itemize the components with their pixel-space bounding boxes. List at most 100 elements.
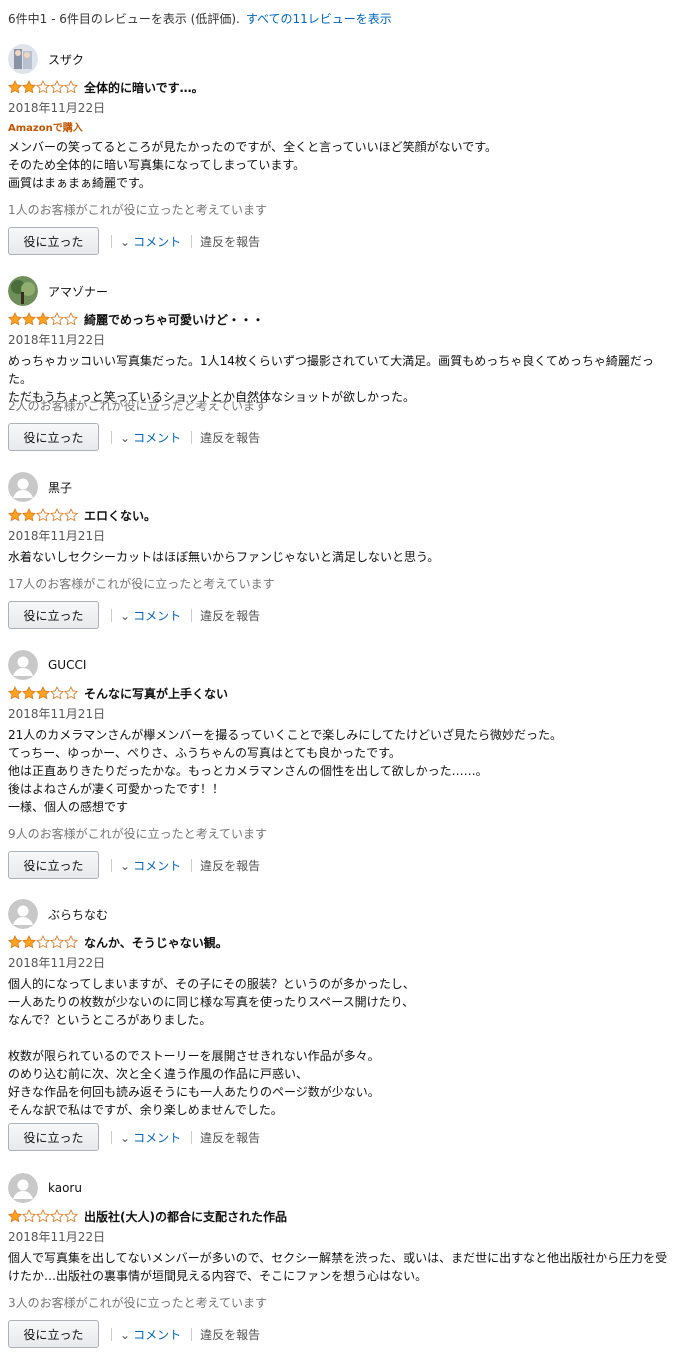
star-filled-icon [36,686,50,700]
report-abuse-link[interactable]: 違反を報告 [200,233,260,250]
review-item: 黒子 エロくない。 2018年11月21日 水着ないしセクシーカットはほぼ無いからファ… [8,472,676,629]
star-rating [8,935,78,949]
review-item: スザク 全体的に暗いです…。 2018年11月22日 Amazonで購入 メンバーの笑っ… [8,44,676,255]
reviewer-profile[interactable]: スザク [8,44,84,74]
helpful-button[interactable]: 役に立った [8,1320,99,1348]
review-item: GUCCI そんなに写真が上手くない 2018年11月21日 21人のカメラマンさんが… [8,650,676,879]
reviewer-profile[interactable]: 黒子 [8,472,72,502]
review-title[interactable]: エロくない。 [84,507,156,524]
star-filled-icon [22,80,36,94]
reviewer-name[interactable]: 黒子 [48,479,72,496]
star-empty-icon [50,1209,64,1223]
report-abuse-link[interactable]: 違反を報告 [200,429,260,446]
helpful-button[interactable]: 役に立った [8,601,99,629]
review-date: 2018年11月22日 [8,1230,106,1244]
star-empty-icon [64,312,78,326]
reviewer-profile[interactable]: ぶらちなむ [8,899,108,929]
divider [111,1130,112,1144]
review-body: 個人的になってしまいますが、その子にその服装？というのが多かったし、 一人あたり… [8,977,415,1117]
star-rating [8,686,78,700]
star-rating [8,1209,78,1223]
review-item: ぶらちなむ なんか、そうじゃない観。 2018年11月22日 個人的になってしまいます… [8,899,676,1151]
reviewer-profile[interactable]: kaoru [8,1173,82,1203]
star-rating [8,508,78,522]
reviewer-profile[interactable]: アマゾナー [8,276,108,306]
review-title[interactable]: 全体的に暗いです…。 [84,79,204,96]
chevron-down-icon: ⌄ [120,1327,131,1342]
review-title-row: エロくない。 [8,507,156,524]
review-body: 個人で写真集を出してないメンバーが多いので、セクシー解禁を渋った、或いは、まだ世… [8,1251,668,1283]
review-date: 2018年11月21日 [8,529,106,543]
review-actions: 役に立った ⌄ コメント 違反を報告 [8,423,260,451]
comment-link[interactable]: ⌄ コメント [120,857,181,874]
reviewer-name[interactable]: kaoru [48,1181,82,1195]
reviewer-profile[interactable]: GUCCI [8,650,86,680]
divider [191,1130,193,1144]
comment-label: コメント [133,430,182,445]
review-title-row: そんなに写真が上手くない [8,685,228,702]
star-empty-icon [64,508,78,522]
review-title[interactable]: 出版社(大人)の都合に支配された作品 [84,1208,287,1225]
verified-purchase-badge: Amazonで購入 [8,123,83,134]
comment-link[interactable]: ⌄ コメント [120,1326,181,1343]
helpful-button[interactable]: 役に立った [8,851,99,879]
review-date: 2018年11月22日 [8,333,106,347]
review-actions: 役に立った ⌄ コメント 違反を報告 [8,851,260,879]
star-empty-icon [36,508,50,522]
helpful-count: 9人のお客様がこれが役に立ったと考えています [8,827,268,841]
star-filled-icon [8,1209,22,1223]
helpful-button[interactable]: 役に立った [8,423,99,451]
review-title[interactable]: 綺麗でめっちゃ可愛いけど・・・ [84,311,264,328]
reviewer-name[interactable]: アマゾナー [48,283,108,300]
report-abuse-link[interactable]: 違反を報告 [200,857,260,874]
review-item: kaoru 出版社(大人)の都合に支配された作品 2018年11月22日個人で写真集… [8,1173,676,1348]
helpful-button[interactable]: 役に立った [8,1123,99,1151]
star-filled-icon [22,686,36,700]
review-item: アマゾナー 綺麗でめっちゃ可愛いけど・・・ 2018年11月22日 めっちゃカッコいい… [8,276,676,451]
report-abuse-link[interactable]: 違反を報告 [200,607,260,624]
review-title[interactable]: そんなに写真が上手くない [84,685,228,702]
comment-link[interactable]: ⌄ コメント [120,429,181,446]
review-title-row: なんか、そうじゃない観。 [8,934,228,951]
star-empty-icon [36,935,50,949]
chevron-down-icon: ⌄ [120,1130,131,1145]
review-title-row: 出版社(大人)の都合に支配された作品 [8,1208,287,1225]
comment-link[interactable]: ⌄ コメント [120,1129,181,1146]
reviewer-name[interactable]: GUCCI [48,658,86,672]
helpful-count: 1人のお客様がこれが役に立ったと考えています [8,203,268,217]
review-range-header: 6件中1 - 6件目のレビューを表示 (低評価). すべての11レビューを表示 [8,10,392,27]
review-actions: 役に立った ⌄ コメント 違反を報告 [8,1123,260,1151]
review-body: メンバーの笑ってるところが見たかったのですが、全くと言っていいほど笑顔がないです… [8,140,498,190]
comment-link[interactable]: ⌄ コメント [120,607,181,624]
star-empty-icon [36,1209,50,1223]
report-abuse-link[interactable]: 違反を報告 [200,1129,260,1146]
avatar [8,472,38,502]
comment-label: コメント [133,858,182,873]
star-filled-icon [22,508,36,522]
star-empty-icon [50,508,64,522]
helpful-button[interactable]: 役に立った [8,227,99,255]
helpful-count: 3人のお客様がこれが役に立ったと考えています [8,1296,268,1310]
reviewer-name[interactable]: スザク [48,51,84,68]
all-reviews-link[interactable]: すべての11レビューを表示 [246,12,392,26]
reviewer-name[interactable]: ぶらちなむ [48,906,108,923]
review-actions: 役に立った ⌄ コメント 違反を報告 [8,1320,260,1348]
star-empty-icon [50,935,64,949]
star-filled-icon [36,312,50,326]
review-title[interactable]: なんか、そうじゃない観。 [84,934,228,951]
star-empty-icon [64,80,78,94]
avatar [8,276,38,306]
star-filled-icon [8,312,22,326]
divider [111,608,112,622]
star-filled-icon [22,312,36,326]
review-range-summary: 6件中1 - 6件目のレビューを表示 (低評価). [8,12,240,26]
avatar [8,44,38,74]
divider [191,234,193,248]
report-abuse-link[interactable]: 違反を報告 [200,1326,260,1343]
star-empty-icon [50,80,64,94]
helpful-count: 17人のお客様がこれが役に立ったと考えています [8,577,275,591]
comment-label: コメント [133,1130,182,1145]
review-title-row: 綺麗でめっちゃ可愛いけど・・・ [8,311,264,328]
avatar [8,1173,38,1203]
comment-link[interactable]: ⌄ コメント [120,233,181,250]
